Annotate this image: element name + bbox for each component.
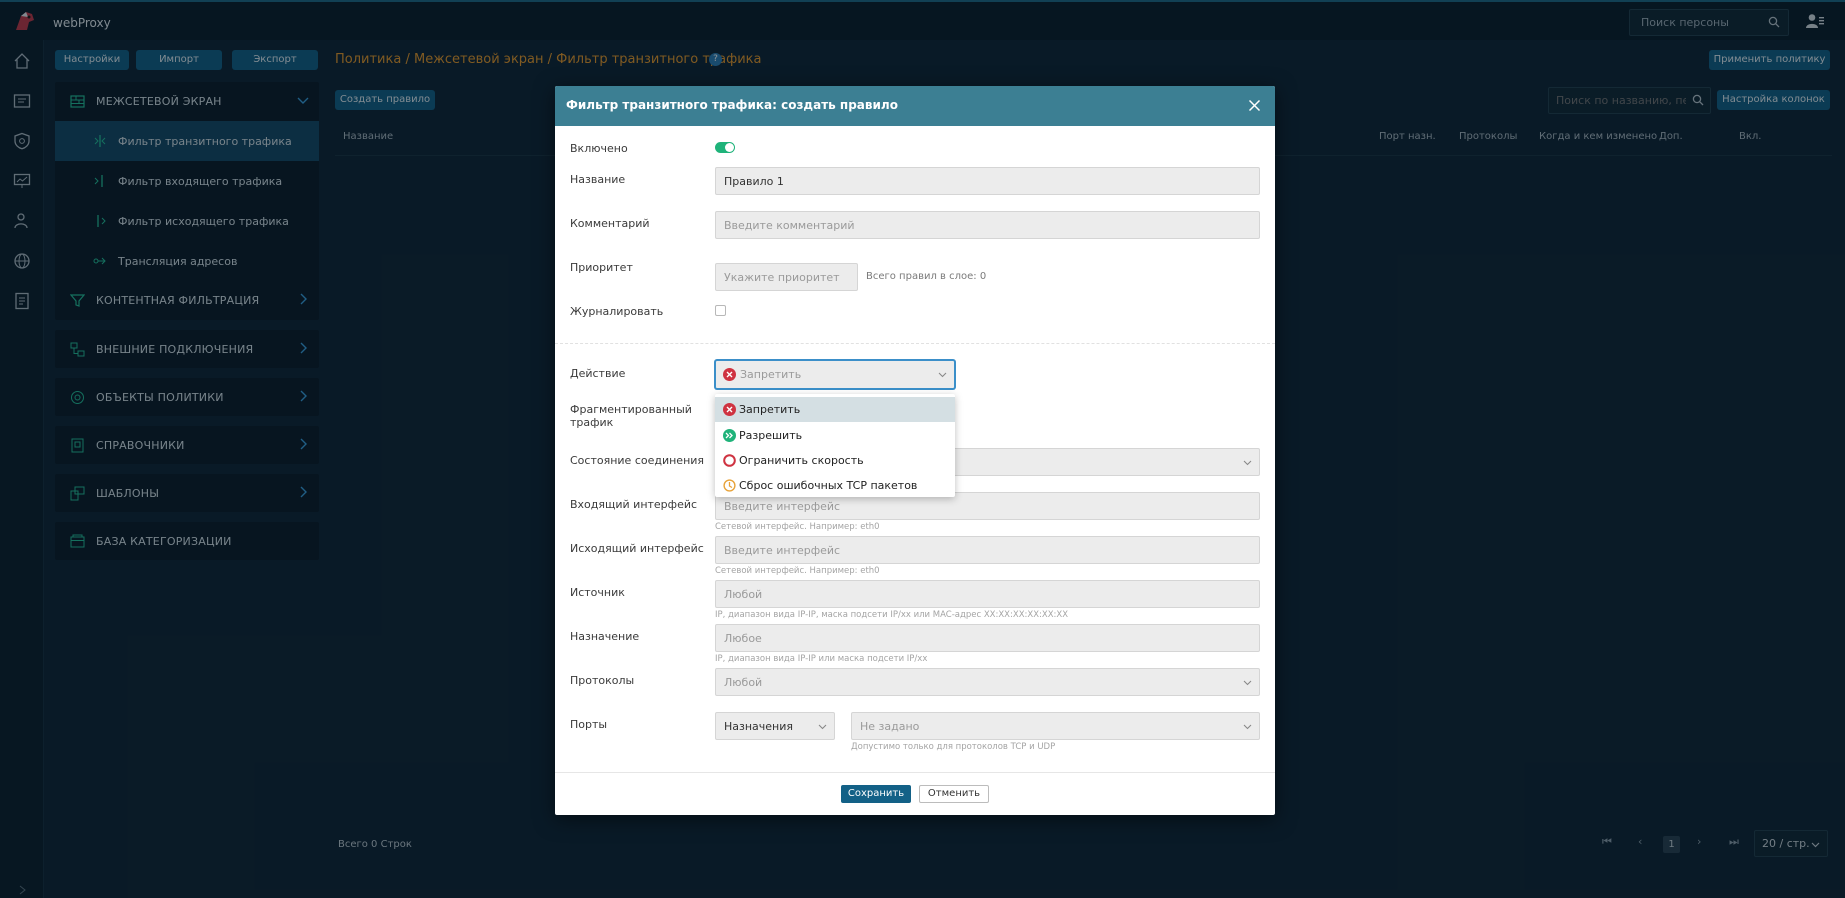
dest-input[interactable]: Любое	[715, 624, 1260, 652]
reset-icon	[723, 479, 736, 492]
deny-icon	[723, 403, 736, 416]
action-option-label: Ограничить скорость	[739, 454, 864, 467]
action-option-reset[interactable]: Сброс ошибочных TCP пакетов	[715, 473, 955, 498]
enabled-label: Включено	[570, 142, 628, 155]
action-select[interactable]: Запретить	[715, 360, 955, 389]
ports-type-value: Назначения	[724, 720, 794, 733]
chevron-down-icon	[818, 724, 827, 730]
priority-label: Приоритет	[570, 261, 633, 274]
fragmented-label: Фрагментированный трафик	[570, 403, 692, 429]
comment-label: Комментарий	[570, 217, 650, 230]
ports-type-select[interactable]: Назначения	[715, 712, 835, 740]
ports-select-value: Не задано	[860, 720, 920, 733]
ports-hint: Допустимо только для протоколов TCP и UD…	[851, 742, 1056, 752]
action-option-label: Разрешить	[739, 429, 803, 442]
priority-input[interactable]: Укажите приоритет	[715, 263, 858, 291]
action-dropdown: Запретить Разрешить Ограничить скорость …	[715, 394, 955, 497]
source-input[interactable]: Любой	[715, 580, 1260, 608]
log-checkbox[interactable]	[715, 305, 726, 316]
close-icon[interactable]	[1246, 97, 1263, 114]
out-iface-hint: Сетевой интерфейс. Например: eth0	[715, 566, 880, 576]
dialog-title: Фильтр транзитного трафика: создать прав…	[566, 98, 898, 112]
save-button[interactable]: Сохранить	[841, 785, 911, 803]
source-hint: IP, диапазон вида IP-IP, маска подсети I…	[715, 610, 1069, 620]
comment-input[interactable]: Введите комментарий	[715, 211, 1260, 239]
dialog-header: Фильтр транзитного трафика: создать прав…	[555, 86, 1275, 126]
chevron-down-icon	[1243, 460, 1252, 466]
ports-label: Порты	[570, 718, 608, 731]
action-option-label: Запретить	[739, 403, 801, 416]
action-option-label: Сброс ошибочных TCP пакетов	[739, 479, 918, 492]
source-label: Источник	[570, 586, 625, 599]
enabled-toggle[interactable]	[715, 142, 735, 153]
footer-divider	[555, 772, 1275, 773]
cancel-button[interactable]: Отменить	[919, 785, 989, 803]
action-select-value: Запретить	[740, 368, 802, 381]
out-iface-label: Исходящий интерфейс	[570, 542, 704, 555]
ports-select[interactable]: Не задано	[851, 712, 1260, 740]
in-iface-hint: Сетевой интерфейс. Например: eth0	[715, 522, 880, 532]
priority-note: Всего правил в слое: 0	[866, 271, 987, 282]
action-option-deny[interactable]: Запретить	[715, 397, 955, 422]
limit-icon	[723, 454, 736, 467]
action-label: Действие	[570, 367, 626, 380]
state-label: Состояние соединения	[570, 454, 705, 467]
out-iface-input[interactable]: Введите интерфейс	[715, 536, 1260, 564]
name-input[interactable]: Правило 1	[715, 167, 1260, 195]
chevron-down-icon	[1243, 680, 1252, 686]
protocols-select[interactable]: Любой	[715, 668, 1260, 696]
action-option-allow[interactable]: Разрешить	[715, 423, 955, 448]
in-iface-label: Входящий интерфейс	[570, 498, 698, 511]
name-label: Название	[570, 173, 626, 186]
create-rule-dialog: Фильтр транзитного трафика: создать прав…	[555, 86, 1275, 815]
protocols-label: Протоколы	[570, 674, 635, 687]
deny-icon	[723, 368, 736, 381]
protocols-select-value: Любой	[724, 676, 763, 689]
dest-hint: IP, диапазон вида IP-IP или маска подсет…	[715, 654, 928, 664]
action-option-limit[interactable]: Ограничить скорость	[715, 448, 955, 473]
dest-label: Назначение	[570, 630, 640, 643]
log-label: Журналировать	[570, 305, 664, 318]
chevron-down-icon	[1243, 724, 1252, 730]
allow-icon	[723, 429, 736, 442]
section-divider	[555, 343, 1275, 344]
chevron-down-icon	[938, 372, 947, 378]
